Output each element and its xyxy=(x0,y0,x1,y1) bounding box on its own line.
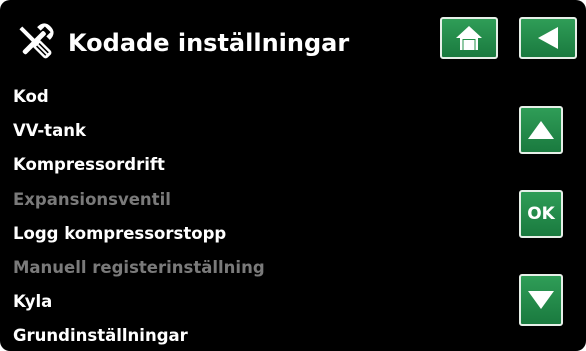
page-title: Kodade inställningar xyxy=(68,29,350,57)
ok-label: OK xyxy=(527,204,555,224)
down-arrow-icon xyxy=(528,291,554,309)
menu-item-kod[interactable]: Kod xyxy=(13,80,265,114)
scroll-down-button[interactable] xyxy=(519,274,563,326)
menu-item-grundinstallningar[interactable]: Grundinställningar xyxy=(13,319,265,351)
ok-button[interactable]: OK xyxy=(519,190,563,238)
display-screen: Kodade inställningar Kod VV-tank Kompres… xyxy=(0,0,586,351)
scroll-up-button[interactable] xyxy=(519,106,563,154)
menu-item-vv-tank[interactable]: VV-tank xyxy=(13,114,265,148)
menu-item-kompressordrift[interactable]: Kompressordrift xyxy=(13,148,265,182)
home-icon xyxy=(456,26,482,50)
settings-menu: Kod VV-tank Kompressordrift Expansionsve… xyxy=(13,80,265,351)
up-arrow-icon xyxy=(528,121,554,139)
back-arrow-icon xyxy=(538,27,558,49)
menu-item-kyla[interactable]: Kyla xyxy=(13,285,265,319)
menu-item-manuell-registerinstallning: Manuell registerinställning xyxy=(13,257,265,277)
tools-icon xyxy=(12,20,58,64)
home-button[interactable] xyxy=(440,17,498,59)
menu-item-logg-kompressorstopp[interactable]: Logg kompressorstopp xyxy=(13,217,265,251)
back-button[interactable] xyxy=(519,17,577,59)
menu-item-expansionsventil: Expansionsventil xyxy=(13,189,171,209)
